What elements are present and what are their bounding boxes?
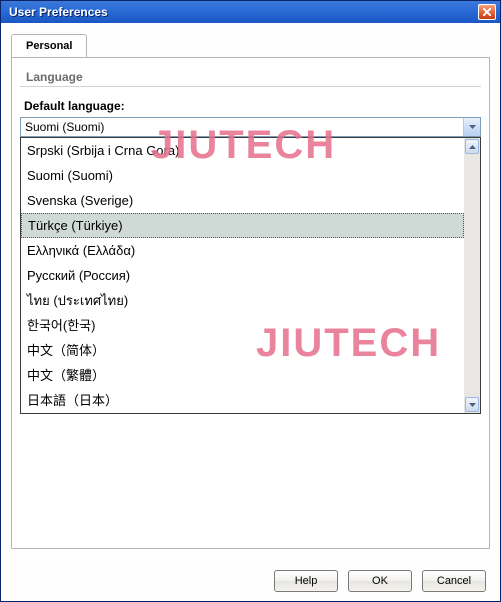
language-option[interactable]: Ελληνικά (Ελλάδα) xyxy=(21,238,464,263)
close-icon xyxy=(483,8,491,16)
language-option[interactable]: 中文（简体） xyxy=(21,338,464,363)
section-title: Language xyxy=(20,70,481,87)
titlebar: User Preferences xyxy=(1,1,500,23)
language-option[interactable]: 中文（繁體） xyxy=(21,363,464,388)
chevron-up-icon xyxy=(469,145,476,149)
content-area: Personal Language Default language: Suom… xyxy=(1,23,500,561)
field-label: Default language: xyxy=(14,99,487,117)
language-option[interactable]: ไทย (ประเทศไทย) xyxy=(21,288,464,313)
tab-row: Personal xyxy=(11,33,490,57)
scroll-up-button[interactable] xyxy=(465,139,479,154)
cancel-button[interactable]: Cancel xyxy=(422,570,486,592)
chevron-down-icon xyxy=(469,403,476,407)
option-list: Srpski (Srbija i Crna Gora)Suomi (Suomi)… xyxy=(21,138,464,413)
language-combo[interactable]: Suomi (Suomi) xyxy=(20,117,481,137)
help-button[interactable]: Help xyxy=(274,570,338,592)
combo-button[interactable] xyxy=(463,118,480,136)
dialog-user-preferences: User Preferences Personal Language Defau… xyxy=(0,0,501,602)
dropdown-scrollbar[interactable] xyxy=(464,138,480,413)
language-dropdown: Srpski (Srbija i Crna Gora)Suomi (Suomi)… xyxy=(20,137,481,414)
window-title: User Preferences xyxy=(5,5,478,19)
language-option[interactable]: 日本語（日本） xyxy=(21,388,464,413)
language-field: Suomi (Suomi) Srpski (Srbija i Crna Gora… xyxy=(20,117,481,137)
chevron-down-icon xyxy=(469,125,476,129)
ok-button[interactable]: OK xyxy=(348,570,412,592)
button-bar: Help OK Cancel xyxy=(1,561,500,601)
language-option[interactable]: Srpski (Srbija i Crna Gora) xyxy=(21,138,464,163)
language-option[interactable]: Русский (Россия) xyxy=(21,263,464,288)
language-option[interactable]: 한국어(한국) xyxy=(21,313,464,338)
language-selected: Suomi (Suomi) xyxy=(21,120,463,134)
scroll-down-button[interactable] xyxy=(465,397,479,412)
language-option[interactable]: Svenska (Sverige) xyxy=(21,188,464,213)
language-option[interactable]: Türkçe (Türkiye) xyxy=(21,213,464,238)
close-button[interactable] xyxy=(478,4,496,20)
tab-personal[interactable]: Personal xyxy=(11,34,87,58)
tab-content: Language Default language: Suomi (Suomi)… xyxy=(11,57,490,549)
language-option[interactable]: Suomi (Suomi) xyxy=(21,163,464,188)
